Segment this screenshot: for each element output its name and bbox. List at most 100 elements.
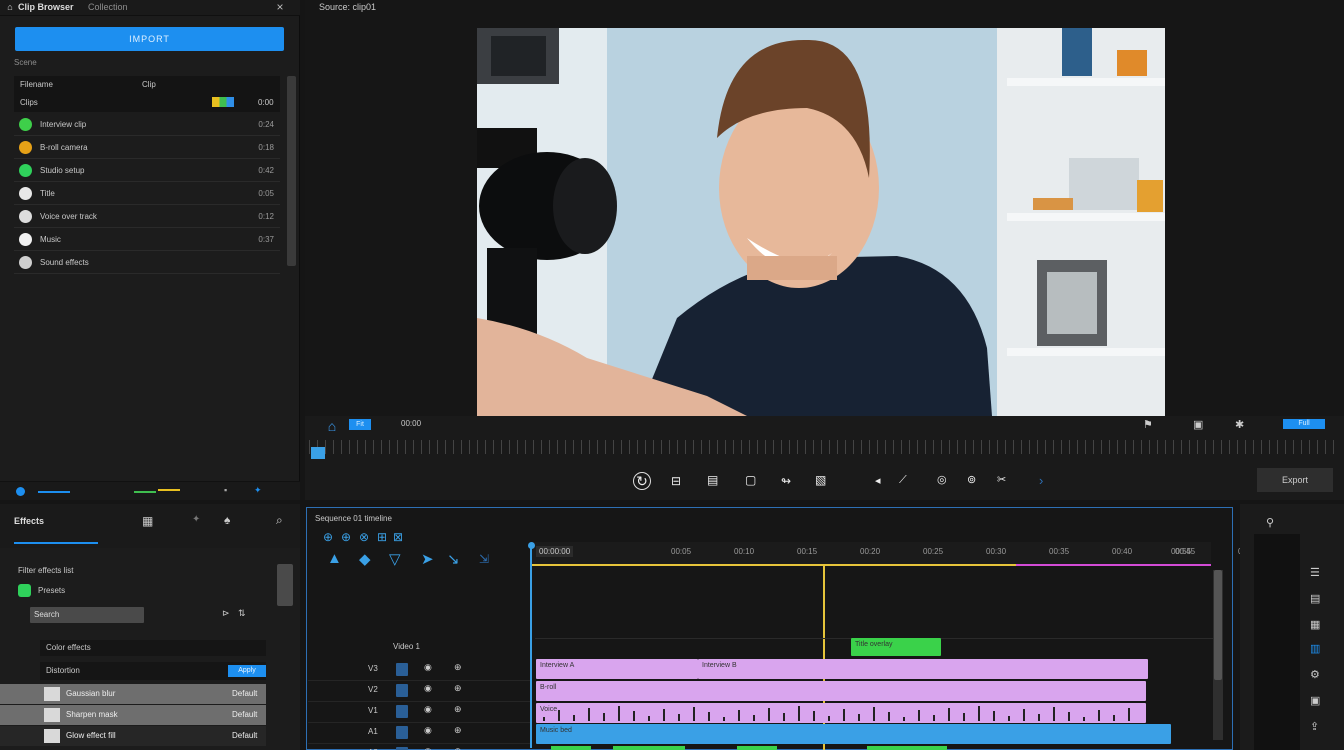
zoom-slider[interactable] xyxy=(38,491,70,493)
track-target-toggle[interactable] xyxy=(396,684,408,697)
close-icon[interactable]: × xyxy=(273,0,287,14)
hand-tool-icon[interactable]: ▲ xyxy=(327,550,342,567)
track-header[interactable]: V3 ◉ ⊕ xyxy=(308,659,530,681)
timeline-clip[interactable]: Title overlay xyxy=(851,638,941,656)
pointer-icon[interactable]: ➤ xyxy=(421,550,434,568)
crop-icon[interactable]: ▢ xyxy=(745,473,756,487)
track-header[interactable]: V2 ◉ ⊕ xyxy=(308,680,530,702)
effects-scrollbar[interactable] xyxy=(277,564,293,606)
track-target-toggle[interactable] xyxy=(396,705,408,718)
document-icon[interactable]: ▤ xyxy=(1310,592,1320,605)
lock-icon[interactable]: ⊕ xyxy=(454,704,462,715)
quality-badge[interactable]: Full xyxy=(1283,419,1325,429)
track-target-toggle[interactable] xyxy=(396,726,408,739)
timeline-clip[interactable]: Interview B xyxy=(698,659,1148,679)
rate-stretch-icon[interactable]: ⊠ xyxy=(393,530,403,544)
camera-icon[interactable]: ▣ xyxy=(1193,418,1203,431)
previous-icon[interactable]: ◂ xyxy=(875,474,881,487)
scrollbar[interactable] xyxy=(287,76,296,266)
media-item[interactable]: Music 0:37 xyxy=(14,229,280,251)
selection-tool-icon[interactable]: ⊕ xyxy=(323,530,333,544)
play-circle-icon[interactable]: ◎ xyxy=(937,473,947,486)
record-icon[interactable] xyxy=(16,487,25,496)
search-icon[interactable]: ⌕ xyxy=(276,513,283,528)
lock-icon[interactable]: ⊕ xyxy=(454,683,462,694)
export-button[interactable]: Export xyxy=(1257,468,1333,492)
category-row-1[interactable]: Color effects xyxy=(40,640,266,656)
audio-keyframe-marker[interactable] xyxy=(551,746,591,750)
media-item[interactable]: B-roll camera 0:18 xyxy=(14,137,280,159)
search-input[interactable]: Search xyxy=(30,607,144,623)
lock-icon[interactable]: ⊕ xyxy=(454,746,462,750)
effect-row[interactable]: Sharpen mask Default xyxy=(0,705,266,725)
star-icon[interactable]: ✦ xyxy=(192,514,200,525)
wrench-icon[interactable]: ✂ xyxy=(997,473,1006,486)
media-item[interactable]: Studio setup 0:42 xyxy=(14,160,280,182)
import-button[interactable]: IMPORT xyxy=(15,27,284,51)
track-target-toggle[interactable] xyxy=(396,663,408,676)
audio-keyframe-marker[interactable] xyxy=(907,746,947,750)
filter-icon[interactable]: ⊳ xyxy=(222,608,230,619)
video-preview-frame[interactable] xyxy=(477,28,1165,416)
timeline-ruler[interactable]: 00:00:00 00:05 00:10 00:15 00:20 00:25 00:30 0… xyxy=(531,542,1258,566)
chevron-right-icon[interactable]: › xyxy=(1039,473,1043,488)
list-view-icon[interactable]: ▪ xyxy=(224,485,227,495)
audio-keyframe-marker[interactable] xyxy=(737,746,777,750)
timeline-scrollbar[interactable] xyxy=(1213,570,1223,740)
media-item[interactable]: Title 0:05 xyxy=(14,183,280,205)
media-item[interactable]: Interview clip 0:24 xyxy=(14,114,280,136)
audio-keyframe-marker[interactable] xyxy=(645,746,685,750)
category-row-2[interactable]: Distortion Apply xyxy=(40,662,266,680)
bin-icon[interactable]: ▣ xyxy=(1310,694,1320,707)
work-area-bar-end[interactable] xyxy=(1016,564,1211,566)
column-type[interactable]: Clip xyxy=(142,80,156,89)
eye-icon[interactable]: ◉ xyxy=(424,704,432,715)
export-icon[interactable]: ⇪ xyxy=(1310,720,1319,733)
media-item[interactable]: Sound effects xyxy=(14,252,280,274)
timeline-clip[interactable]: B-roll xyxy=(536,681,1146,701)
track-select-icon[interactable]: ⊕ xyxy=(341,530,351,544)
clip-icon[interactable]: ▤ xyxy=(707,473,718,487)
presets-label[interactable]: Presets xyxy=(38,586,65,595)
rolling-edit-icon[interactable]: ⊞ xyxy=(377,530,387,544)
timeline-clip[interactable]: Interview A xyxy=(536,659,698,679)
export-frame-icon[interactable]: ▧ xyxy=(815,473,826,487)
eye-icon[interactable]: ◉ xyxy=(424,683,432,694)
razor-tool-icon[interactable]: ↘ xyxy=(447,550,460,568)
settings-icon[interactable]: ✦ xyxy=(254,485,262,496)
marker-icon[interactable]: ⚑ xyxy=(1143,418,1153,431)
eye-icon[interactable]: ◉ xyxy=(424,725,432,736)
media-item[interactable]: Voice over track 0:12 xyxy=(14,206,280,228)
timeline-scrollbar-thumb[interactable] xyxy=(1214,570,1222,680)
effect-row[interactable]: Gaussian blur Default xyxy=(0,684,266,704)
ripple-edit-icon[interactable]: ⊗ xyxy=(359,530,369,544)
eye-icon[interactable]: ◉ xyxy=(424,662,432,673)
settings-wrench-icon[interactable]: ✱ xyxy=(1235,418,1244,431)
column-name[interactable]: Filename xyxy=(20,80,53,89)
track-header[interactable]: A2◉⊕ xyxy=(308,743,530,750)
effect-row[interactable]: Glow effect fill Default xyxy=(0,726,266,746)
pin-icon[interactable]: ⚲ xyxy=(1266,516,1274,529)
sort-icon[interactable]: ⇅ xyxy=(238,608,246,619)
zoom-badge[interactable]: Fit xyxy=(349,419,371,430)
scrubber-ruler[interactable] xyxy=(309,440,1339,454)
track-header[interactable]: A1 ◉ ⊕ xyxy=(308,722,530,744)
grid-icon[interactable]: ▦ xyxy=(142,514,153,528)
tab-effects[interactable]: Effects xyxy=(14,516,44,526)
slip-tool-icon[interactable]: ▽ xyxy=(389,550,401,568)
bookmark-icon[interactable]: ♠ xyxy=(224,513,230,527)
eye-icon[interactable]: ◉ xyxy=(424,746,432,750)
lock-icon[interactable]: ⊕ xyxy=(454,662,462,673)
lock-icon[interactable]: ⊕ xyxy=(454,725,462,736)
scrubber-playhead[interactable] xyxy=(311,447,325,459)
zoom-tool-icon[interactable]: ⇲ xyxy=(479,552,489,566)
marker-circle-icon[interactable]: ⊚ xyxy=(967,473,976,486)
list-icon[interactable]: ☰ xyxy=(1310,566,1320,579)
razor-icon[interactable]: ⟋ xyxy=(899,474,907,487)
apply-button[interactable]: Apply xyxy=(228,665,266,677)
panel-toggle-icon[interactable]: ▥ xyxy=(1310,642,1320,655)
home-icon[interactable]: ⌂ xyxy=(323,418,341,434)
sliders-icon[interactable]: ⚙ xyxy=(1310,668,1320,681)
track-header[interactable]: V1 ◉ ⊕ xyxy=(308,701,530,723)
step-back-icon[interactable]: ⊟ xyxy=(671,474,681,488)
